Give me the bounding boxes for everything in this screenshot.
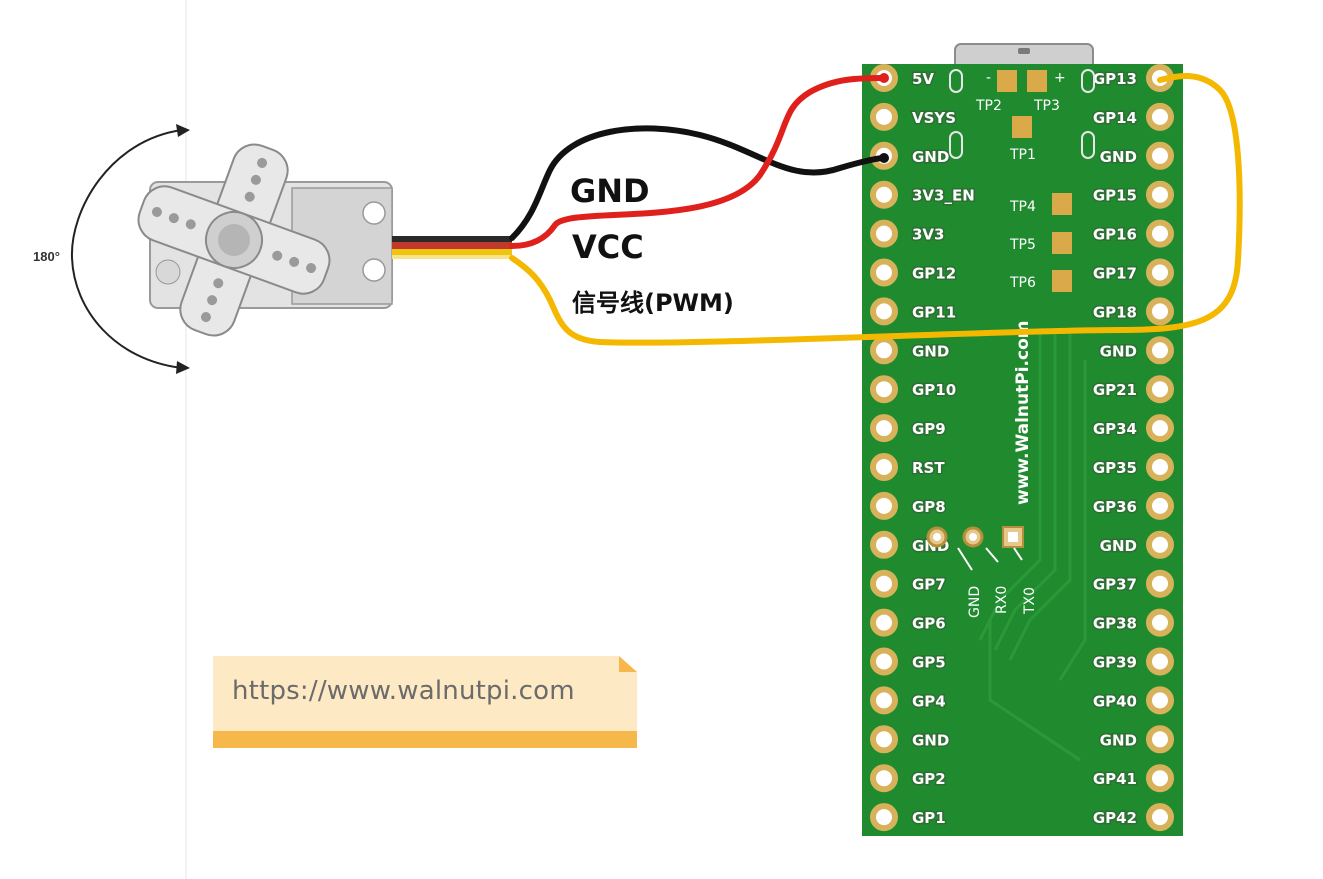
- board-website-text: www.WalnutPi.com: [1013, 321, 1033, 505]
- left-pin-hole: [870, 530, 898, 559]
- vcc-wire: [509, 75, 887, 249]
- right-pin-hole: [1146, 764, 1174, 793]
- minus-mark: -: [986, 70, 991, 86]
- left-pin-label: GP1: [912, 809, 946, 827]
- left-pin-hole: [870, 453, 898, 481]
- right-pin-label: GP13: [1093, 70, 1137, 88]
- right-pin-label: GP16: [1093, 226, 1137, 244]
- debug-gnd-label: GND: [967, 586, 983, 618]
- right-pin-label: GP17: [1093, 265, 1137, 283]
- tp2-label: TP2: [975, 98, 1002, 114]
- left-pin-hole: [870, 569, 898, 598]
- right-pin-hole: [1146, 530, 1174, 559]
- right-pin-label: GP21: [1093, 381, 1137, 399]
- left-pin-hole: [870, 414, 898, 443]
- signal-label: 信号线(PWM): [572, 289, 734, 317]
- left-pin-hole: [870, 375, 898, 404]
- right-pin-label: GND: [1100, 342, 1137, 360]
- right-pin-hole: [1146, 180, 1174, 209]
- right-pin-hole: [1146, 725, 1174, 754]
- wiring-diagram: 180° 5VVSYSGND3V3_EN3V3GP12GP11GNDGP10GP…: [0, 0, 1243, 879]
- plus-mark: +: [1054, 70, 1066, 86]
- right-pin-label: GND: [1100, 148, 1137, 166]
- left-pin-label: GP10: [912, 381, 956, 399]
- walnutpi-board: 5V VSYS GND 3V3_EN 3V3 GP12 GP11 GND GP10 GP9 RST G…: [862, 43, 1183, 836]
- left-pin-label: GP2: [912, 770, 946, 788]
- right-pin-hole: [1146, 336, 1174, 365]
- left-pin-hole: [870, 219, 898, 248]
- left-pin-label: GP11: [912, 303, 956, 321]
- vcc-label: VCC: [572, 228, 644, 266]
- right-pin-label: GP36: [1093, 498, 1137, 516]
- left-pin-label: GND: [912, 731, 949, 749]
- right-pin-hole: [1146, 491, 1174, 520]
- right-pin-hole: [1146, 297, 1174, 326]
- left-pin-hole: [870, 725, 898, 754]
- left-pin-label: 3V3: [912, 226, 944, 244]
- left-pin-label: 3V3_EN: [912, 187, 975, 205]
- tp5-label: TP5: [1009, 237, 1036, 253]
- right-pin-hole: [1146, 219, 1174, 248]
- left-pin-hole: [870, 647, 898, 676]
- left-pin-label: GP9: [912, 420, 946, 438]
- gnd-label: GND: [570, 172, 650, 210]
- right-pin-label: GP37: [1093, 576, 1137, 594]
- right-pin-hole: [1146, 803, 1174, 832]
- right-pin-hole: [1146, 141, 1174, 170]
- right-pin-label: GP39: [1093, 654, 1137, 672]
- right-pin-label: GP18: [1093, 303, 1137, 321]
- left-pin-label: GP6: [912, 615, 946, 633]
- tp1-label: TP1: [1009, 147, 1036, 163]
- left-pin-label: GP12: [912, 265, 956, 283]
- right-pin-label: GP35: [1093, 459, 1137, 477]
- right-pin-label: GP38: [1093, 615, 1137, 633]
- right-pin-hole: [1146, 647, 1174, 676]
- left-pin-label: GP8: [912, 498, 946, 516]
- left-pin-label: VSYS: [912, 109, 956, 127]
- left-pin-hole: [870, 297, 898, 326]
- left-pin-label: RST: [912, 459, 945, 477]
- left-pin-hole: [870, 491, 898, 520]
- left-pin-label: GP4: [912, 692, 946, 710]
- tp3-label: TP3: [1033, 98, 1060, 114]
- left-pin-hole: [870, 336, 898, 365]
- right-pin-label: GP15: [1093, 187, 1137, 205]
- debug-rx0-label: RX0: [994, 586, 1010, 614]
- right-pin-label: GND: [1100, 731, 1137, 749]
- right-pin-label: GP41: [1093, 770, 1137, 788]
- left-pin-label: GP7: [912, 576, 946, 594]
- left-pin-hole: [870, 258, 898, 287]
- angle-label: 180°: [33, 249, 60, 264]
- left-pin-label: GND: [912, 148, 949, 166]
- right-pin-hole: [1146, 569, 1174, 598]
- right-pin-label: GP34: [1093, 420, 1137, 438]
- url-text[interactable]: https://www.walnutpi.com: [232, 676, 575, 706]
- left-pin-hole: [870, 608, 898, 637]
- right-pin-hole: [1146, 102, 1174, 131]
- right-pin-label: GND: [1100, 537, 1137, 555]
- right-pin-hole: [1146, 453, 1174, 481]
- right-pin-label: GP42: [1093, 809, 1137, 827]
- tp6-label: TP6: [1009, 275, 1036, 291]
- left-pin-hole: [870, 803, 898, 832]
- left-pin-hole: [870, 764, 898, 793]
- right-pin-hole: [1146, 258, 1174, 287]
- right-pin-hole: [1146, 686, 1174, 715]
- right-pin-hole: [1146, 375, 1174, 404]
- left-pin-label: GND: [912, 342, 949, 360]
- right-pin-hole: [1146, 608, 1174, 637]
- debug-tx0-label: TX0: [1022, 587, 1038, 615]
- left-pin-label: GP5: [912, 654, 946, 672]
- left-pin-label: 5V: [912, 70, 934, 88]
- tp4-label: TP4: [1009, 199, 1036, 215]
- left-pin-hole: [870, 686, 898, 715]
- right-pin-hole: [1146, 414, 1174, 443]
- left-pin-hole: [870, 102, 898, 131]
- right-pin-label: GP40: [1093, 692, 1137, 710]
- left-pin-hole: [870, 180, 898, 209]
- right-pin-label: GP14: [1093, 109, 1137, 127]
